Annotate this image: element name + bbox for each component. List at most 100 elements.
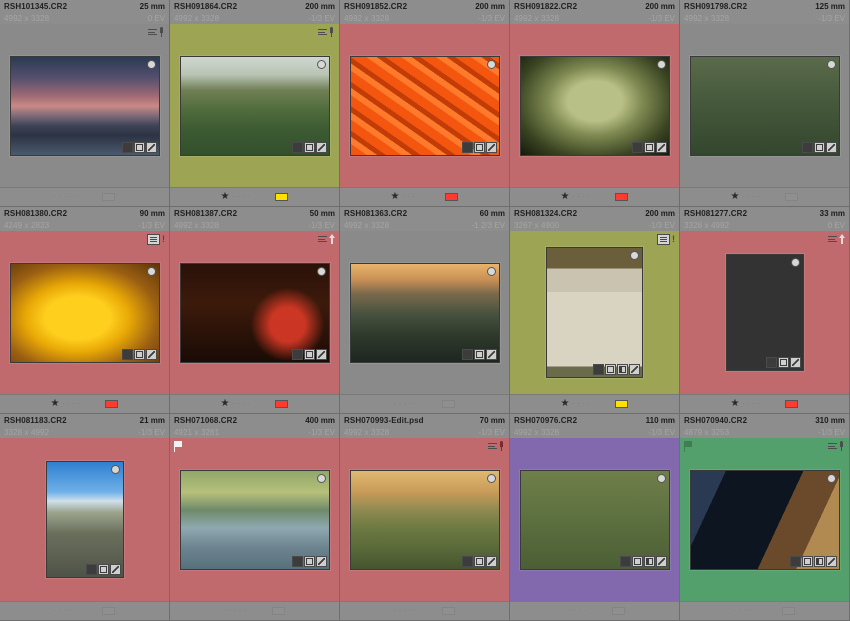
star-empty-icon[interactable]: · xyxy=(572,399,574,409)
rating-stars[interactable]: ★···· xyxy=(221,399,250,409)
rating-stars[interactable]: ★···· xyxy=(731,399,760,409)
cell-body[interactable] xyxy=(510,24,679,187)
keyword-tag-icon[interactable] xyxy=(632,142,643,153)
cell-body[interactable] xyxy=(340,438,509,601)
star-empty-icon[interactable]: · xyxy=(62,399,64,409)
develop-adjustment-icon[interactable] xyxy=(486,349,497,360)
photo-thumbnail[interactable] xyxy=(10,56,160,156)
keyword-tag-icon[interactable] xyxy=(122,142,133,153)
crop-icon[interactable] xyxy=(304,349,315,360)
star-empty-icon[interactable]: · xyxy=(417,192,419,202)
keyword-tag-icon[interactable] xyxy=(292,142,303,153)
thumbnail-cell[interactable]: RSH091798.CR2125 mm4992 x 3328-1/3 EV★··… xyxy=(680,0,850,207)
color-label-swatch[interactable] xyxy=(105,400,118,408)
flag-icon[interactable] xyxy=(174,441,184,452)
thumbnail-cell[interactable]: RSH070976.CR2110 mm4992 x 3328-1/3 EV···… xyxy=(510,414,680,621)
color-label-swatch[interactable] xyxy=(102,193,115,201)
develop-adjustment-icon[interactable] xyxy=(826,556,837,567)
star-filled-icon[interactable]: ★ xyxy=(561,192,570,202)
star-empty-icon[interactable]: · xyxy=(744,606,746,616)
develop-adjustment-icon[interactable] xyxy=(656,142,667,153)
quick-collect-marker-icon[interactable] xyxy=(791,258,800,267)
color-label-swatch[interactable] xyxy=(785,193,798,201)
rating-stars[interactable]: ····· xyxy=(564,606,586,616)
star-empty-icon[interactable]: · xyxy=(237,192,239,202)
cell-body[interactable] xyxy=(170,24,339,187)
quick-collect-marker-icon[interactable] xyxy=(147,60,156,69)
thumbnail-cell[interactable]: RSH081183.CR221 mm3328 x 4992-1/3 EV····… xyxy=(0,414,170,621)
crop-icon[interactable] xyxy=(98,564,109,575)
quick-collect-marker-icon[interactable] xyxy=(827,474,836,483)
star-empty-icon[interactable]: · xyxy=(247,399,249,409)
quick-collect-marker-icon[interactable] xyxy=(111,465,120,474)
photo-thumbnail[interactable] xyxy=(46,461,124,578)
thumbnail-cell[interactable]: RSH091864.CR2200 mm4992 x 3328-1/3 EV★··… xyxy=(170,0,340,207)
color-label-swatch[interactable] xyxy=(442,400,455,408)
star-empty-icon[interactable]: · xyxy=(74,606,76,616)
star-empty-icon[interactable]: · xyxy=(414,399,416,409)
thumbnail-badges[interactable] xyxy=(292,349,327,360)
star-empty-icon[interactable]: · xyxy=(747,192,749,202)
cell-body[interactable]: ! xyxy=(510,231,679,394)
color-label-swatch[interactable] xyxy=(785,400,798,408)
develop-adjustment-icon[interactable] xyxy=(110,564,121,575)
star-empty-icon[interactable]: · xyxy=(404,606,406,616)
star-empty-icon[interactable]: · xyxy=(234,606,236,616)
color-label-swatch[interactable] xyxy=(782,607,795,615)
crop-icon[interactable] xyxy=(134,349,145,360)
crop-icon[interactable] xyxy=(605,364,616,375)
cell-body[interactable] xyxy=(170,231,339,394)
keyword-tag-icon[interactable] xyxy=(292,349,303,360)
color-label-swatch[interactable] xyxy=(615,400,628,408)
star-empty-icon[interactable]: · xyxy=(409,606,411,616)
thumbnail-badges[interactable] xyxy=(593,364,640,375)
unsaved-metadata-badge[interactable] xyxy=(828,234,845,244)
star-empty-icon[interactable]: · xyxy=(239,606,241,616)
star-empty-icon[interactable]: · xyxy=(237,399,239,409)
star-empty-icon[interactable]: · xyxy=(242,399,244,409)
keyword-tag-icon[interactable] xyxy=(593,364,604,375)
quick-collect-marker-icon[interactable] xyxy=(487,474,496,483)
star-empty-icon[interactable]: · xyxy=(232,399,234,409)
thumbnail-cell[interactable]: RSH081387.CR250 mm4992 x 3328-1/3 EV★···… xyxy=(170,207,340,414)
star-empty-icon[interactable]: · xyxy=(742,192,744,202)
thumbnail-cell[interactable]: RSH091822.CR2200 mm4992 x 3328-1/3 EV★··… xyxy=(510,0,680,207)
rating-stars[interactable]: ····· xyxy=(734,606,756,616)
star-empty-icon[interactable]: · xyxy=(59,192,61,202)
photo-thumbnail[interactable] xyxy=(350,56,500,156)
rating-stars[interactable]: ★···· xyxy=(731,192,760,202)
star-empty-icon[interactable]: · xyxy=(587,399,589,409)
thumbnail-badges[interactable] xyxy=(766,357,801,368)
quick-collect-marker-icon[interactable] xyxy=(657,474,666,483)
star-empty-icon[interactable]: · xyxy=(407,192,409,202)
thumbnail-cell[interactable]: RSH071068.CR2400 mm4921 x 3281-1/3 EV···… xyxy=(170,414,340,621)
star-empty-icon[interactable]: · xyxy=(574,606,576,616)
photo-thumbnail[interactable] xyxy=(690,56,840,156)
thumbnail-badges[interactable] xyxy=(292,142,327,153)
photo-thumbnail[interactable] xyxy=(180,56,330,156)
rating-stars[interactable]: ★···· xyxy=(391,192,420,202)
crop-icon[interactable] xyxy=(304,142,315,153)
crop-icon[interactable] xyxy=(134,142,145,153)
develop-adjustment-icon[interactable] xyxy=(146,349,157,360)
star-filled-icon[interactable]: ★ xyxy=(221,399,230,409)
star-empty-icon[interactable]: · xyxy=(224,606,226,616)
thumbnail-badges[interactable] xyxy=(462,142,497,153)
crop-icon[interactable] xyxy=(474,142,485,153)
crop-icon[interactable] xyxy=(474,556,485,567)
keyword-tag-icon[interactable] xyxy=(86,564,97,575)
quick-collect-marker-icon[interactable] xyxy=(657,60,666,69)
develop-adjustment-icon[interactable] xyxy=(316,142,327,153)
thumbnail-cell[interactable]: RSH081363.CR260 mm4992 x 3328-1 2/3 EV··… xyxy=(340,207,510,414)
metadata-badge[interactable] xyxy=(318,27,335,37)
keyword-tag-icon[interactable] xyxy=(122,349,133,360)
thumbnail-cell[interactable]: RSH070993-Edit.psd70 mm4992 x 3328-1/3 E… xyxy=(340,414,510,621)
star-empty-icon[interactable]: · xyxy=(752,192,754,202)
cell-body[interactable] xyxy=(340,231,509,394)
cell-body[interactable] xyxy=(0,438,169,601)
star-empty-icon[interactable]: · xyxy=(59,606,61,616)
keyword-tag-icon[interactable] xyxy=(462,142,473,153)
photo-thumbnail[interactable] xyxy=(180,263,330,363)
star-filled-icon[interactable]: ★ xyxy=(391,192,400,202)
star-empty-icon[interactable]: · xyxy=(564,606,566,616)
